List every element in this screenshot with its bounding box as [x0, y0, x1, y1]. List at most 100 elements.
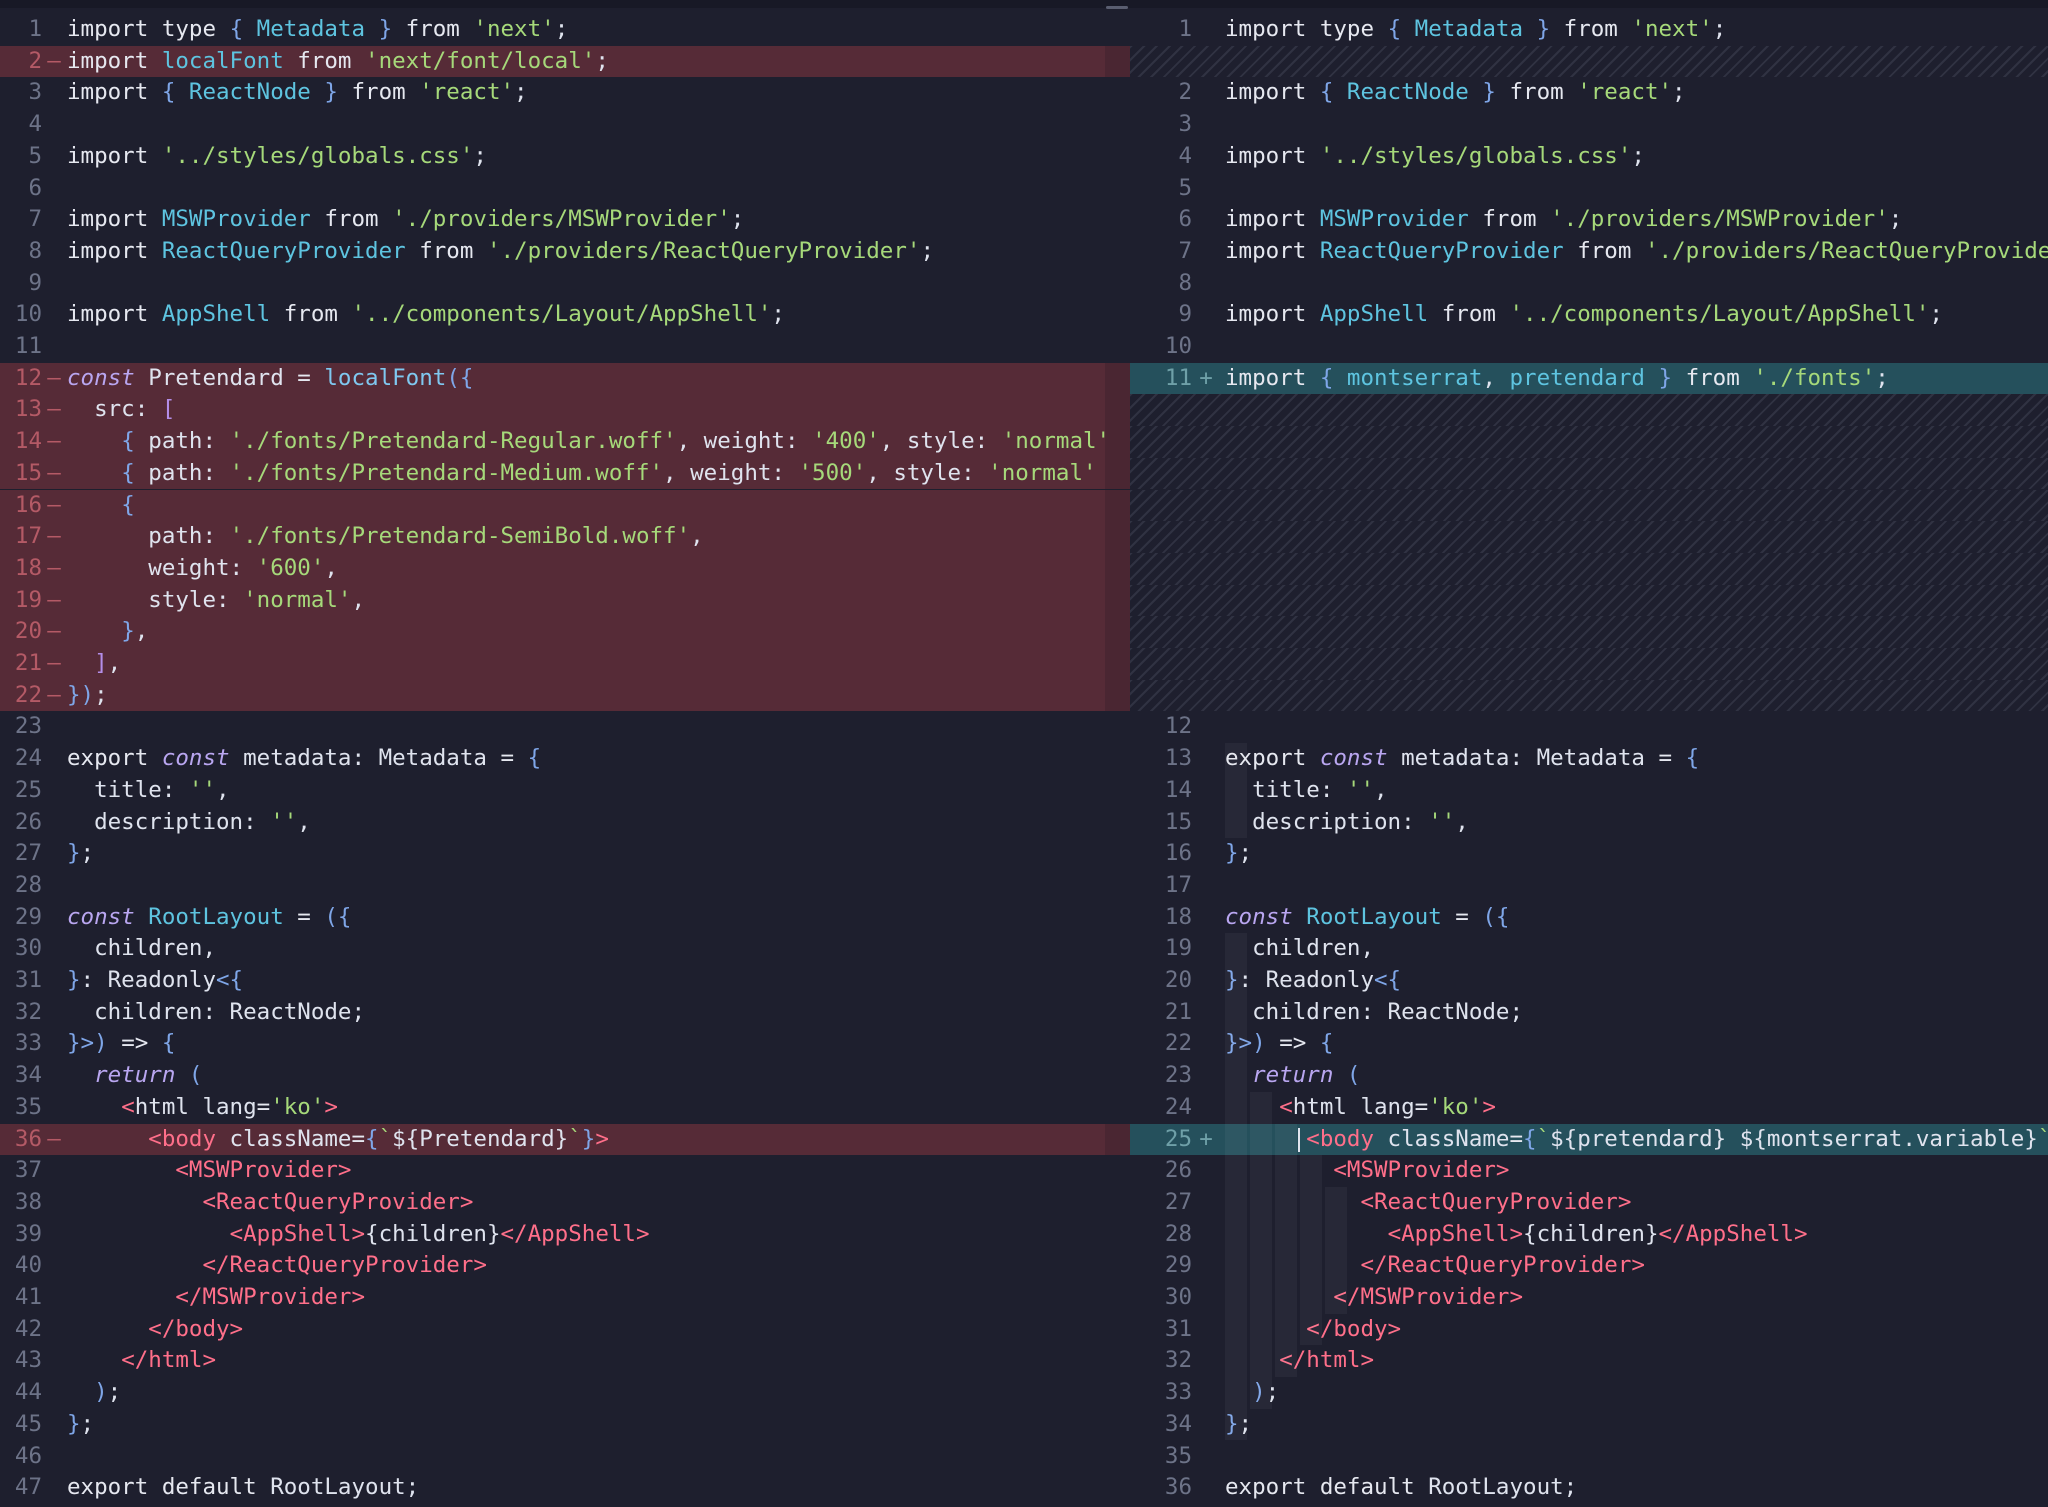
- code-text[interactable]: import AppShell from '../components/Layo…: [67, 299, 785, 331]
- code-text[interactable]: import { montserrat, pretendard } from '…: [1225, 363, 1889, 395]
- code-text[interactable]: import MSWProvider from './providers/MSW…: [1225, 204, 1902, 236]
- line-number[interactable]: 7: [0, 204, 64, 236]
- code-line[interactable]: 8 import ReactQueryProvider from './provi…: [0, 236, 1130, 268]
- line-number[interactable]: 5: [1130, 173, 1214, 205]
- code-line[interactable]: 9 import AppShell from '../components/Lay…: [1130, 299, 2048, 331]
- line-number[interactable]: 32: [0, 997, 64, 1029]
- line-number[interactable]: 44: [0, 1377, 64, 1409]
- code-text[interactable]: import type { Metadata } from 'next';: [67, 14, 568, 46]
- code-line[interactable]: 19 children,: [1130, 933, 2048, 965]
- code-text[interactable]: };: [1225, 838, 1252, 870]
- code-line[interactable]: 15 description: '',: [1130, 807, 2048, 839]
- code-line[interactable]: 7 import ReactQueryProvider from './provi…: [1130, 236, 2048, 268]
- code-line[interactable]: 18— weight: '600',: [0, 552, 1130, 585]
- line-number[interactable]: 31: [0, 965, 64, 997]
- line-number[interactable]: 9: [0, 268, 64, 300]
- code-line[interactable]: 8: [1130, 268, 2048, 300]
- code-text[interactable]: }>) => {: [67, 1028, 175, 1060]
- code-line[interactable]: 20}: Readonly<{: [1130, 965, 2048, 997]
- code-line[interactable]: 45};: [0, 1409, 1130, 1441]
- code-line[interactable]: 7 import MSWProvider from './providers/MS…: [0, 204, 1130, 236]
- line-number[interactable]: 8: [1130, 268, 1214, 300]
- code-line[interactable]: 13 export const metadata: Metadata = {: [1130, 743, 2048, 775]
- code-text[interactable]: <html lang='ko'>: [67, 1092, 338, 1124]
- code-text[interactable]: <body className={`${pretendard} ${montse…: [1225, 1124, 2048, 1156]
- code-line[interactable]: 33}>) => {: [0, 1028, 1130, 1060]
- code-line[interactable]: 41 </MSWProvider>: [0, 1282, 1130, 1314]
- line-number[interactable]: 29: [1130, 1250, 1214, 1282]
- diff-filler-row[interactable]: [1130, 679, 2048, 712]
- code-line[interactable]: 11 + import { montserrat, pretendard } fro…: [1130, 362, 2048, 395]
- code-line[interactable]: 14 title: '',: [1130, 775, 2048, 807]
- diff-filler-row[interactable]: [1130, 489, 2048, 522]
- line-number[interactable]: 25: [0, 775, 64, 807]
- code-line[interactable]: 21— ],: [0, 648, 1130, 680]
- code-line[interactable]: 1 import type { Metadata } from 'next';: [0, 14, 1130, 46]
- diff-filler-row[interactable]: [1130, 45, 2048, 78]
- code-line[interactable]: 28: [0, 870, 1130, 902]
- line-number[interactable]: 24: [0, 743, 64, 775]
- line-number[interactable]: 27: [1130, 1187, 1214, 1219]
- code-line[interactable]: 11: [0, 331, 1130, 363]
- code-line[interactable]: 42 </body>: [0, 1314, 1130, 1346]
- line-number[interactable]: 6: [1130, 204, 1214, 236]
- code-line[interactable]: 16— {: [0, 489, 1130, 522]
- line-number[interactable]: 35: [0, 1092, 64, 1124]
- code-line[interactable]: 35 <html lang='ko'>: [0, 1092, 1130, 1124]
- line-number[interactable]: 40: [0, 1250, 64, 1282]
- code-text[interactable]: </body>: [67, 1314, 243, 1346]
- code-line[interactable]: 37 <MSWProvider>: [0, 1155, 1130, 1187]
- code-text[interactable]: import type { Metadata } from 'next';: [1225, 14, 1726, 46]
- line-number[interactable]: 20: [1130, 965, 1214, 997]
- line-number[interactable]: 42: [0, 1314, 64, 1346]
- code-text[interactable]: description: '',: [67, 807, 311, 839]
- diff-pane-original[interactable]: 1 import type { Metadata } from 'next'; 2—…: [0, 8, 1130, 1507]
- diff-filler-row[interactable]: [1130, 521, 2048, 553]
- code-line[interactable]: 6: [0, 173, 1130, 205]
- code-text[interactable]: import localFont from 'next/font/local';: [67, 46, 609, 78]
- code-text[interactable]: children: ReactNode;: [1225, 997, 1523, 1029]
- line-number[interactable]: 11: [0, 331, 64, 363]
- diff-pane-modified[interactable]: 1 import type { Metadata } from 'next'; 2 i…: [1130, 8, 2048, 1507]
- line-number[interactable]: 26: [1130, 1155, 1214, 1187]
- code-line[interactable]: 4 import '../styles/globals.css';: [1130, 141, 2048, 173]
- code-line[interactable]: 38 <ReactQueryProvider>: [0, 1187, 1130, 1219]
- code-line[interactable]: 43 </html>: [0, 1345, 1130, 1377]
- line-number[interactable]: 21: [1130, 997, 1214, 1029]
- line-number[interactable]: 4: [1130, 141, 1214, 173]
- line-number[interactable]: 17: [1130, 870, 1214, 902]
- code-text[interactable]: export const metadata: Metadata = {: [1225, 743, 1699, 775]
- code-line[interactable]: 12— const Pretendard = localFont({: [0, 362, 1130, 395]
- code-text[interactable]: import AppShell from '../components/Layo…: [1225, 299, 1943, 331]
- code-line[interactable]: 32 children: ReactNode;: [0, 997, 1130, 1029]
- code-text[interactable]: );: [67, 1377, 121, 1409]
- code-text[interactable]: import ReactQueryProvider from './provid…: [67, 236, 934, 268]
- diff-filler-row[interactable]: [1130, 394, 2048, 427]
- code-text[interactable]: </ReactQueryProvider>: [67, 1250, 486, 1282]
- code-text[interactable]: weight: '600',: [67, 553, 338, 585]
- line-number[interactable]: 3: [1130, 109, 1214, 141]
- code-text[interactable]: }: Readonly<{: [67, 965, 243, 997]
- code-line[interactable]: 44 );: [0, 1377, 1130, 1409]
- code-line[interactable]: 10 import AppShell from '../components/La…: [0, 299, 1130, 331]
- code-text[interactable]: style: 'normal',: [67, 585, 365, 617]
- code-line[interactable]: 26 description: '',: [0, 807, 1130, 839]
- code-text[interactable]: const RootLayout = ({: [67, 902, 351, 934]
- code-text[interactable]: return (: [67, 1060, 202, 1092]
- code-text[interactable]: import '../styles/globals.css';: [67, 141, 487, 173]
- code-text[interactable]: };: [67, 1409, 94, 1441]
- code-line[interactable]: 19— style: 'normal',: [0, 584, 1130, 617]
- code-line[interactable]: 5: [1130, 173, 2048, 205]
- code-line[interactable]: 6 import MSWProvider from './providers/MS…: [1130, 204, 2048, 236]
- code-text[interactable]: export default RootLayout;: [1225, 1472, 1577, 1504]
- line-number[interactable]: 1: [0, 14, 64, 46]
- code-line[interactable]: 34 return (: [0, 1060, 1130, 1092]
- line-number[interactable]: 41: [0, 1282, 64, 1314]
- code-line[interactable]: 36— <body className={`${Pretendard}`}>: [0, 1123, 1130, 1156]
- code-line[interactable]: 21 children: ReactNode;: [1130, 997, 2048, 1029]
- code-text[interactable]: });: [67, 680, 108, 712]
- line-number[interactable]: 23: [1130, 1060, 1214, 1092]
- code-text[interactable]: },: [67, 616, 148, 648]
- code-line[interactable]: 4: [0, 109, 1130, 141]
- line-number[interactable]: 10: [1130, 331, 1214, 363]
